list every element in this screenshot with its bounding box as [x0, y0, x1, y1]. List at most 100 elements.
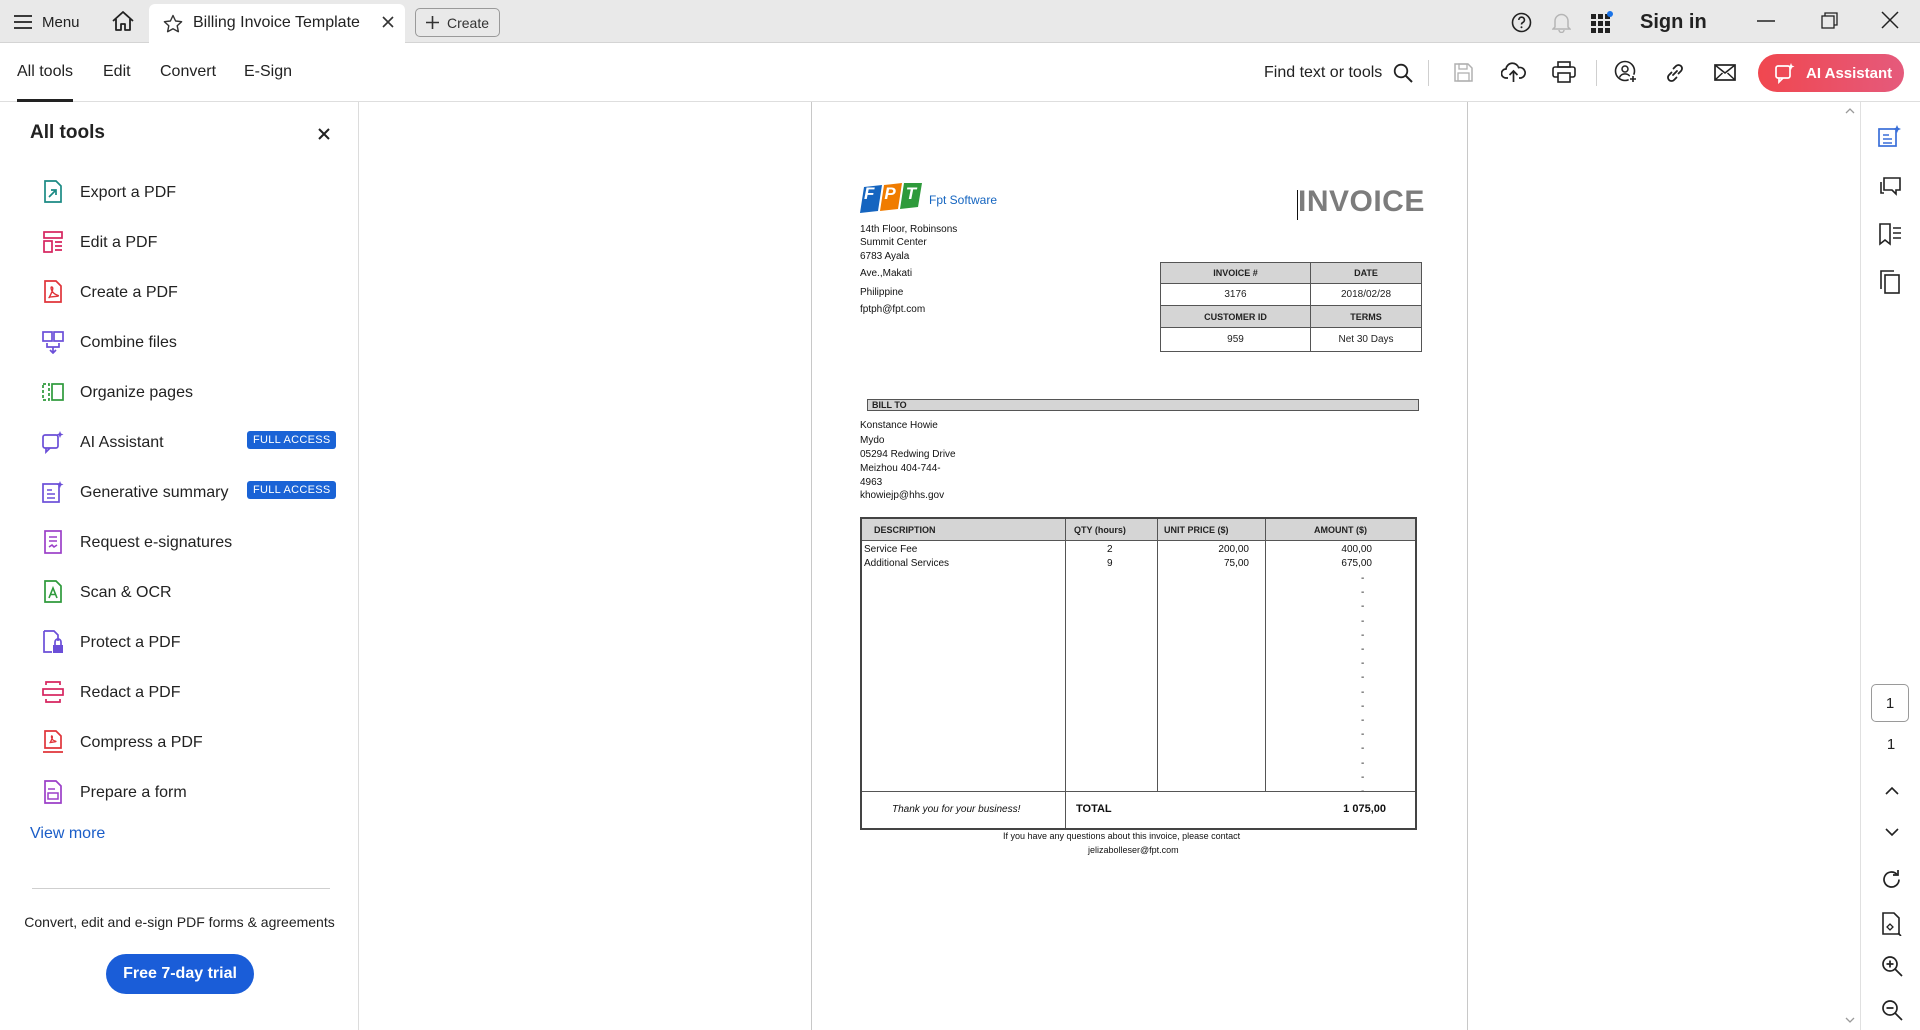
tool-scan-ocr[interactable]: Scan & OCR — [42, 578, 342, 608]
comments-icon[interactable] — [1878, 174, 1902, 198]
total-pages: 1 — [1886, 736, 1896, 753]
tool-compress-pdf[interactable]: Compress a PDF — [42, 728, 342, 758]
share-user-icon[interactable] — [1614, 60, 1638, 84]
tool-protect-pdf[interactable]: Protect a PDF — [42, 628, 342, 658]
export-pdf-icon — [44, 180, 62, 203]
tool-label: Combine files — [80, 334, 177, 351]
compress-pdf-icon — [43, 730, 63, 753]
rotate-icon[interactable] — [1881, 869, 1902, 890]
search-icon[interactable] — [1393, 63, 1413, 83]
bookmarks-icon[interactable] — [1878, 222, 1902, 246]
find-text-or-tools[interactable]: Find text or tools — [1264, 64, 1382, 82]
document-tab[interactable]: Billing Invoice Template — [149, 4, 405, 43]
tab-e-sign[interactable]: E-Sign — [244, 63, 292, 81]
page-display-icon[interactable] — [1881, 912, 1903, 936]
ai-assistant-button[interactable]: AI Assistant — [1758, 54, 1904, 92]
request-esignatures-icon — [44, 530, 62, 554]
generative-summary-panel-icon[interactable] — [1878, 124, 1902, 148]
customer-id-header: CUSTOMER ID — [1160, 305, 1311, 328]
row-2-unit-price: 75,00 — [1223, 558, 1249, 569]
menu-label: Menu — [42, 13, 80, 31]
total-label: TOTAL — [1076, 803, 1112, 815]
create-label: Create — [447, 14, 490, 31]
sign-in-button[interactable]: Sign in — [1640, 11, 1707, 34]
tool-edit-pdf[interactable]: Edit a PDF — [42, 228, 342, 258]
tool-generative-summary[interactable]: Generative summary FULL ACCESS — [42, 478, 342, 508]
link-icon[interactable] — [1664, 62, 1686, 84]
current-page-input[interactable]: 1 — [1871, 684, 1909, 722]
amount-header: AMOUNT ($) — [1266, 519, 1415, 541]
empty-amount-mark: - — [1361, 658, 1365, 670]
tool-redact-pdf[interactable]: Redact a PDF — [42, 678, 342, 708]
previous-page-icon[interactable] — [1885, 786, 1899, 795]
upload-cloud-icon[interactable] — [1501, 61, 1526, 83]
view-more-link[interactable]: View more — [30, 825, 105, 843]
ai-assistant-icon — [42, 431, 64, 454]
apps-grid-icon[interactable] — [1591, 11, 1613, 33]
window-close-icon[interactable] — [1881, 11, 1899, 29]
promo-text: Convert, edit and e-sign PDF forms & agr… — [24, 914, 335, 930]
page-border-left — [811, 102, 812, 1030]
panel-divider — [32, 888, 330, 889]
page-border-right — [1467, 102, 1468, 1030]
row-1-description: Service Fee — [864, 544, 918, 555]
empty-amount-mark: - — [1361, 672, 1365, 684]
empty-amount-mark: - — [1361, 686, 1365, 698]
vertical-scrollbar[interactable] — [1842, 102, 1859, 1030]
scroll-down-icon[interactable] — [1845, 1017, 1855, 1023]
tool-ai-assistant[interactable]: AI Assistant FULL ACCESS — [42, 428, 342, 458]
help-icon[interactable] — [1511, 12, 1532, 33]
tool-label: Edit a PDF — [80, 234, 158, 251]
close-panel-icon[interactable] — [318, 128, 330, 140]
menu-button[interactable]: Menu — [14, 10, 80, 34]
home-icon[interactable] — [111, 10, 135, 32]
empty-amount-mark: - — [1361, 743, 1365, 755]
minimize-icon[interactable] — [1757, 20, 1775, 22]
thank-you-note: Thank you for your business! — [892, 804, 1021, 815]
full-access-badge: FULL ACCESS — [247, 431, 337, 449]
tool-label: Protect a PDF — [80, 634, 181, 651]
pages-thumbnails-icon[interactable] — [1878, 270, 1902, 294]
save-icon[interactable] — [1453, 62, 1474, 83]
create-button[interactable]: Create — [415, 8, 500, 37]
tab-edit[interactable]: Edit — [103, 63, 131, 81]
logo-letters: FPT — [864, 184, 927, 203]
panel-title: All tools — [30, 122, 105, 143]
tool-label: AI Assistant — [80, 434, 164, 451]
next-page-icon[interactable] — [1885, 828, 1899, 837]
footer-contact-line: If you have any questions about this inv… — [1003, 831, 1241, 841]
tool-export-pdf[interactable]: Export a PDF — [42, 178, 342, 208]
edit-pdf-icon — [43, 231, 63, 253]
company-name: Fpt Software — [929, 193, 998, 207]
tool-prepare-form[interactable]: Prepare a form — [42, 778, 342, 808]
tab-close-icon[interactable] — [381, 15, 395, 29]
empty-amount-mark: - — [1361, 573, 1365, 584]
restore-icon[interactable] — [1821, 12, 1838, 29]
tool-request-esignatures[interactable]: Request e-signatures — [42, 528, 342, 558]
address-line: Summit Center — [860, 237, 927, 248]
notification-bell-icon[interactable] — [1552, 12, 1571, 33]
tool-organize-pages[interactable]: Organize pages — [42, 378, 342, 408]
tool-label: Organize pages — [80, 384, 193, 401]
tool-create-pdf[interactable]: Create a PDF — [42, 278, 342, 308]
create-pdf-icon — [44, 280, 62, 303]
row-1-qty: 2 — [1107, 544, 1113, 555]
zoom-in-icon[interactable] — [1881, 955, 1903, 977]
column-divider — [1065, 541, 1066, 791]
right-rail: 1 1 — [1860, 102, 1920, 1030]
star-icon[interactable] — [163, 14, 183, 34]
print-icon[interactable] — [1552, 61, 1576, 83]
description-header: DESCRIPTION — [862, 519, 1066, 541]
redact-pdf-icon — [42, 681, 64, 703]
scroll-up-icon[interactable] — [1845, 108, 1855, 114]
empty-amount-mark: - — [1361, 587, 1365, 599]
zoom-out-icon[interactable] — [1881, 999, 1903, 1021]
tab-all-tools[interactable]: All tools — [17, 63, 73, 81]
full-access-badge: FULL ACCESS — [247, 481, 337, 499]
free-trial-button[interactable]: Free 7-day trial — [106, 954, 254, 994]
bill-to-line: 05294 Redwing Drive — [860, 449, 956, 460]
email-icon[interactable] — [1714, 64, 1736, 81]
tab-convert[interactable]: Convert — [160, 63, 216, 81]
tool-combine-files[interactable]: Combine files — [42, 328, 342, 358]
date-value: 2018/02/28 — [1310, 283, 1422, 306]
